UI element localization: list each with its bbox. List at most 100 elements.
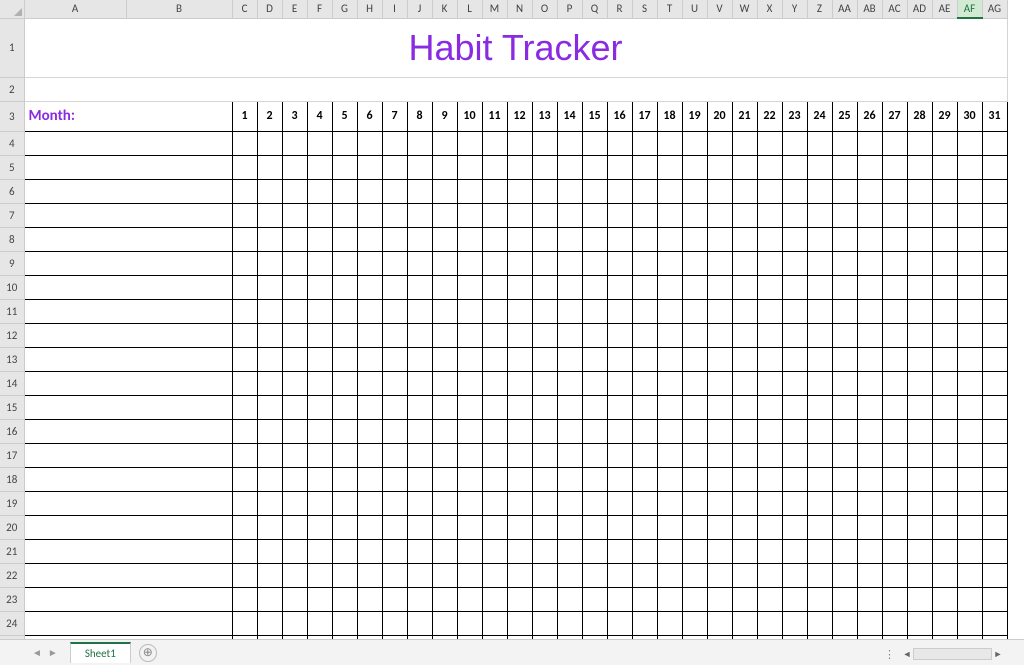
habit-day-cell[interactable]: [332, 179, 357, 203]
habit-day-cell[interactable]: [807, 587, 832, 611]
habit-day-cell[interactable]: [932, 251, 957, 275]
habit-day-cell[interactable]: [907, 347, 932, 371]
habit-day-cell[interactable]: [307, 323, 332, 347]
habit-day-cell[interactable]: [982, 443, 1007, 467]
habit-day-cell[interactable]: [232, 611, 257, 635]
habit-day-cell[interactable]: [932, 395, 957, 419]
habit-day-cell[interactable]: [807, 251, 832, 275]
habit-day-cell[interactable]: [232, 419, 257, 443]
habit-day-cell[interactable]: [907, 419, 932, 443]
habit-day-cell[interactable]: [257, 515, 282, 539]
habit-day-cell[interactable]: [907, 563, 932, 587]
habit-day-cell[interactable]: [932, 467, 957, 491]
habit-day-cell[interactable]: [657, 275, 682, 299]
habit-day-cell[interactable]: [857, 155, 882, 179]
habit-day-cell[interactable]: [607, 371, 632, 395]
habit-day-cell[interactable]: [507, 443, 532, 467]
row-header[interactable]: 6: [0, 179, 24, 203]
habit-day-cell[interactable]: [432, 515, 457, 539]
habit-day-cell[interactable]: [582, 179, 607, 203]
habit-day-cell[interactable]: [782, 323, 807, 347]
habit-day-cell[interactable]: [582, 515, 607, 539]
habit-day-cell[interactable]: [807, 611, 832, 635]
habit-day-cell[interactable]: [582, 227, 607, 251]
column-header[interactable]: AB: [857, 0, 882, 18]
habit-day-cell[interactable]: [932, 347, 957, 371]
habit-day-cell[interactable]: [932, 611, 957, 635]
habit-name-cell[interactable]: [24, 539, 232, 563]
habit-day-cell[interactable]: [882, 419, 907, 443]
habit-day-cell[interactable]: [357, 347, 382, 371]
habit-day-cell[interactable]: [757, 371, 782, 395]
habit-day-cell[interactable]: [332, 395, 357, 419]
habit-day-cell[interactable]: [482, 539, 507, 563]
habit-day-cell[interactable]: [732, 491, 757, 515]
habit-day-cell[interactable]: [782, 491, 807, 515]
habit-day-cell[interactable]: [282, 539, 307, 563]
habit-day-cell[interactable]: [682, 467, 707, 491]
habit-day-cell[interactable]: [232, 371, 257, 395]
habit-day-cell[interactable]: [607, 155, 632, 179]
habit-day-cell[interactable]: [707, 395, 732, 419]
habit-day-cell[interactable]: [957, 299, 982, 323]
habit-day-cell[interactable]: [332, 491, 357, 515]
habit-day-cell[interactable]: [457, 299, 482, 323]
habit-day-cell[interactable]: [457, 347, 482, 371]
habit-day-cell[interactable]: [857, 347, 882, 371]
habit-day-cell[interactable]: [982, 539, 1007, 563]
habit-day-cell[interactable]: [582, 155, 607, 179]
habit-day-cell[interactable]: [982, 587, 1007, 611]
habit-day-cell[interactable]: [507, 611, 532, 635]
column-header[interactable]: AF: [957, 0, 982, 18]
habit-day-cell[interactable]: [857, 179, 882, 203]
habit-day-cell[interactable]: [782, 563, 807, 587]
habit-day-cell[interactable]: [782, 299, 807, 323]
habit-day-cell[interactable]: [307, 443, 332, 467]
habit-day-cell[interactable]: [657, 155, 682, 179]
habit-day-cell[interactable]: [732, 539, 757, 563]
habit-day-cell[interactable]: [807, 539, 832, 563]
habit-day-cell[interactable]: [607, 443, 632, 467]
habit-day-cell[interactable]: [982, 347, 1007, 371]
habit-day-cell[interactable]: [882, 539, 907, 563]
habit-day-cell[interactable]: [557, 467, 582, 491]
habit-day-cell[interactable]: [582, 491, 607, 515]
habit-day-cell[interactable]: [257, 227, 282, 251]
habit-day-cell[interactable]: [457, 251, 482, 275]
habit-day-cell[interactable]: [957, 611, 982, 635]
habit-day-cell[interactable]: [982, 371, 1007, 395]
habit-day-cell[interactable]: [782, 371, 807, 395]
habit-day-cell[interactable]: [707, 299, 732, 323]
row-header[interactable]: 11: [0, 299, 24, 323]
habit-day-cell[interactable]: [632, 419, 657, 443]
habit-day-cell[interactable]: [882, 203, 907, 227]
habit-day-cell[interactable]: [382, 299, 407, 323]
habit-day-cell[interactable]: [682, 563, 707, 587]
habit-day-cell[interactable]: [957, 419, 982, 443]
habit-day-cell[interactable]: [432, 347, 457, 371]
habit-day-cell[interactable]: [607, 419, 632, 443]
habit-day-cell[interactable]: [982, 251, 1007, 275]
habit-name-cell[interactable]: [24, 227, 232, 251]
habit-day-cell[interactable]: [957, 515, 982, 539]
row-header[interactable]: 1: [0, 19, 24, 77]
habit-day-cell[interactable]: [907, 611, 932, 635]
habit-day-cell[interactable]: [382, 323, 407, 347]
habit-day-cell[interactable]: [907, 299, 932, 323]
habit-day-cell[interactable]: [832, 587, 857, 611]
habit-day-cell[interactable]: [632, 347, 657, 371]
habit-day-cell[interactable]: [282, 203, 307, 227]
habit-day-cell[interactable]: [657, 611, 682, 635]
habit-day-cell[interactable]: [357, 371, 382, 395]
habit-day-cell[interactable]: [232, 467, 257, 491]
habit-day-cell[interactable]: [582, 395, 607, 419]
habit-day-cell[interactable]: [282, 443, 307, 467]
habit-day-cell[interactable]: [357, 395, 382, 419]
habit-day-cell[interactable]: [357, 539, 382, 563]
habit-day-cell[interactable]: [957, 203, 982, 227]
habit-day-cell[interactable]: [407, 611, 432, 635]
habit-day-cell[interactable]: [282, 179, 307, 203]
habit-day-cell[interactable]: [632, 467, 657, 491]
habit-day-cell[interactable]: [682, 299, 707, 323]
habit-name-cell[interactable]: [24, 467, 232, 491]
